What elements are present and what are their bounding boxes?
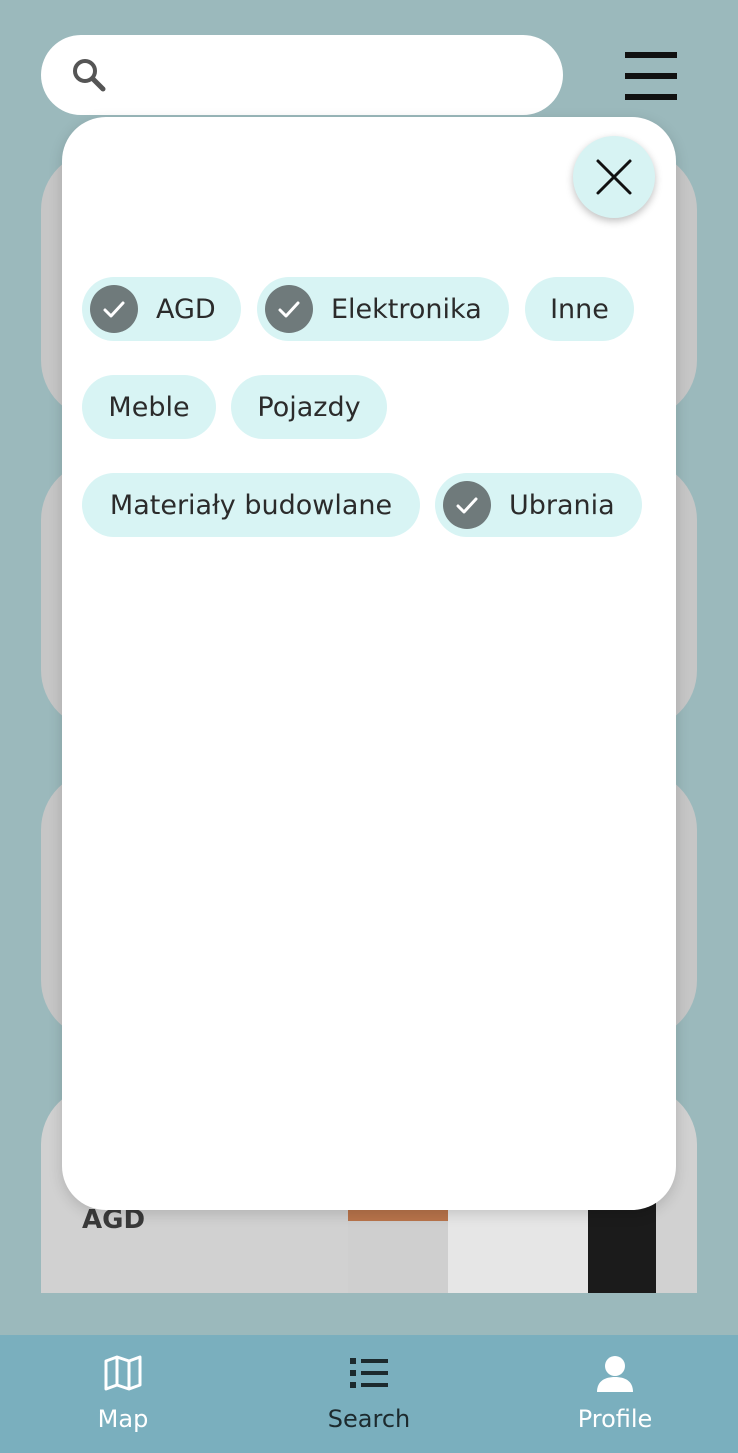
filter-chip-agd[interactable]: AGD [82, 277, 241, 341]
menu-icon[interactable] [620, 48, 682, 104]
chip-label: Meble [108, 391, 190, 423]
filter-chip-meble[interactable]: Meble [82, 375, 216, 439]
close-button[interactable] [573, 136, 655, 218]
nav-label: Profile [577, 1405, 653, 1433]
filter-chip-pojazdy[interactable]: Pojazdy [231, 375, 387, 439]
search-bar[interactable] [41, 35, 563, 115]
filter-chip-materialy-budowlane[interactable]: Materiały budowlane [82, 473, 420, 537]
chip-label: AGD [156, 293, 216, 325]
nav-item-profile[interactable]: Profile [492, 1335, 738, 1453]
chip-label: Ubrania [509, 489, 615, 521]
chip-label: Materiały budowlane [109, 489, 393, 521]
person-icon [597, 1356, 633, 1392]
nav-item-search[interactable]: Search [246, 1335, 492, 1453]
filter-chip-elektronika[interactable]: Elektronika [257, 277, 509, 341]
chip-label: Pojazdy [257, 391, 361, 423]
nav-label: Search [327, 1405, 411, 1433]
checkmark-icon [443, 481, 491, 529]
nav-label: Map [97, 1405, 149, 1433]
chip-label: Inne [550, 293, 609, 325]
checkmark-icon [265, 285, 313, 333]
search-icon [73, 59, 106, 92]
nav-item-map[interactable]: Map [0, 1335, 246, 1453]
bottom-nav: Map Search Profile [0, 1335, 738, 1453]
list-icon [350, 1358, 388, 1388]
chip-label: Elektronika [331, 293, 482, 325]
filter-chip-ubrania[interactable]: Ubrania [435, 473, 642, 537]
close-icon [596, 159, 632, 195]
filter-chip-inne[interactable]: Inne [525, 277, 634, 341]
checkmark-icon [90, 285, 138, 333]
category-filter-modal: AGD Elektronika Inne Meble Pojazdy Mater… [62, 117, 676, 1210]
map-icon [104, 1355, 142, 1391]
search-input[interactable] [121, 53, 545, 99]
